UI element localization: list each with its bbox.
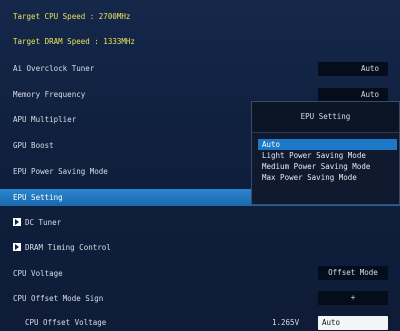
setting-label: APU Multiplier bbox=[13, 115, 77, 124]
popup-option-max-power-saving[interactable]: Max Power Saving Mode bbox=[258, 172, 397, 183]
setting-cpu-offset-mode-sign[interactable]: CPU Offset Mode Sign + bbox=[0, 290, 400, 307]
popup-options-list: Auto Light Power Saving Mode Medium Powe… bbox=[258, 139, 397, 183]
setting-label: Memory Frequency bbox=[13, 90, 86, 99]
cpu-offset-mode-sign-value-button[interactable]: + bbox=[318, 291, 388, 305]
setting-label: CPU Voltage bbox=[13, 269, 63, 278]
popup-title: EPU Setting bbox=[252, 102, 399, 133]
target-dram-speed: Target DRAM Speed : 1333MHz bbox=[0, 33, 400, 50]
submenu-dram-timing-control[interactable]: DRAM Timing Control bbox=[0, 239, 400, 256]
popup-option-auto[interactable]: Auto bbox=[258, 139, 397, 150]
dram-timing-control-text: DRAM Timing Control bbox=[25, 243, 111, 252]
submenu-label: DRAM Timing Control bbox=[13, 239, 111, 256]
target-dram-speed-text: Target DRAM Speed : 1333MHz bbox=[13, 37, 135, 46]
cpu-offset-voltage-input[interactable]: Auto bbox=[318, 316, 388, 330]
dc-tuner-text: DC Tuner bbox=[25, 218, 62, 227]
setting-label: EPU Power Saving Mode bbox=[13, 167, 108, 176]
setting-cpu-voltage[interactable]: CPU Voltage Offset Mode bbox=[0, 265, 400, 282]
setting-cpu-offset-voltage[interactable]: CPU Offset Voltage 1.265V Auto bbox=[0, 314, 400, 331]
setting-label: EPU Setting bbox=[13, 193, 63, 202]
setting-label: CPU Offset Voltage bbox=[25, 318, 107, 327]
memory-frequency-value-button[interactable]: Auto bbox=[318, 88, 388, 102]
arrow-right-icon bbox=[13, 243, 21, 251]
setting-label: CPU Offset Mode Sign bbox=[13, 294, 104, 303]
target-cpu-speed: Target CPU Speed : 2700MHz bbox=[0, 8, 400, 25]
cpu-voltage-value-button[interactable]: Offset Mode bbox=[318, 266, 388, 280]
setting-label: GPU Boost bbox=[13, 141, 54, 150]
target-cpu-speed-text: Target CPU Speed : 2700MHz bbox=[13, 12, 131, 21]
submenu-label: DC Tuner bbox=[13, 214, 61, 231]
cpu-offset-voltage-reading: 1.265V bbox=[272, 318, 300, 327]
submenu-dc-tuner[interactable]: DC Tuner bbox=[0, 214, 400, 231]
popup-option-light-power-saving[interactable]: Light Power Saving Mode bbox=[258, 150, 397, 161]
setting-label: Ai Overclock Tuner bbox=[13, 64, 95, 73]
setting-ai-overclock-tuner[interactable]: Ai Overclock Tuner Auto bbox=[0, 60, 400, 77]
ai-overclock-tuner-value-button[interactable]: Auto bbox=[318, 62, 388, 76]
epu-setting-popup: EPU Setting Auto Light Power Saving Mode… bbox=[251, 101, 400, 205]
popup-option-medium-power-saving[interactable]: Medium Power Saving Mode bbox=[258, 161, 397, 172]
bios-ai-tweaker-screen: Target CPU Speed : 2700MHz Target DRAM S… bbox=[0, 0, 400, 331]
arrow-right-icon bbox=[13, 218, 21, 226]
